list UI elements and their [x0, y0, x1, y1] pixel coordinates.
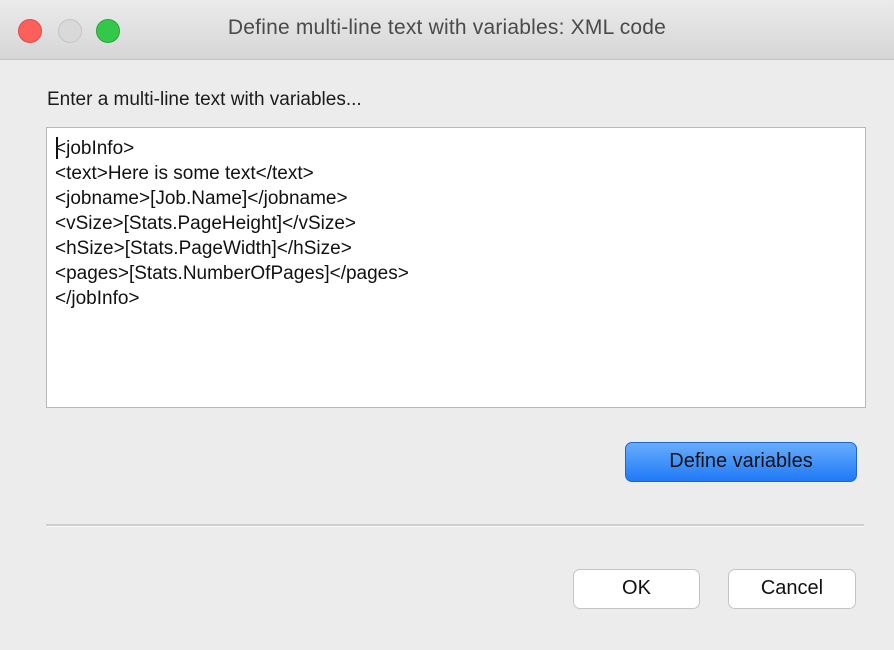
code-line: <jobInfo> — [55, 138, 135, 159]
ok-button[interactable]: OK — [573, 569, 700, 609]
code-line: <jobname>[Job.Name]</jobname> — [55, 188, 348, 209]
text-prompt-label: Enter a multi-line text with variables..… — [47, 89, 362, 110]
code-line: <text>Here is some text</text> — [55, 163, 314, 184]
window-title: Define multi-line text with variables: X… — [227, 16, 667, 39]
define-variables-button[interactable]: Define variables — [625, 442, 857, 482]
code-line: <hSize>[Stats.PageWidth]</hSize> — [55, 238, 352, 259]
code-line: <vSize>[Stats.PageHeight]</vSize> — [55, 213, 357, 234]
code-line: <pages>[Stats.NumberOfPages]</pages> — [55, 263, 409, 284]
cancel-button[interactable]: Cancel — [728, 569, 856, 609]
separator — [46, 524, 864, 527]
dialog-window: Define multi-line text with variables: X… — [0, 0, 894, 650]
code-line: </jobInfo> — [55, 288, 140, 309]
title-bar: Define multi-line text with variables: X… — [0, 0, 894, 60]
multiline-text-editor[interactable]: <jobInfo> <text>Here is some text</text>… — [46, 127, 866, 408]
text-caret — [56, 137, 58, 159]
